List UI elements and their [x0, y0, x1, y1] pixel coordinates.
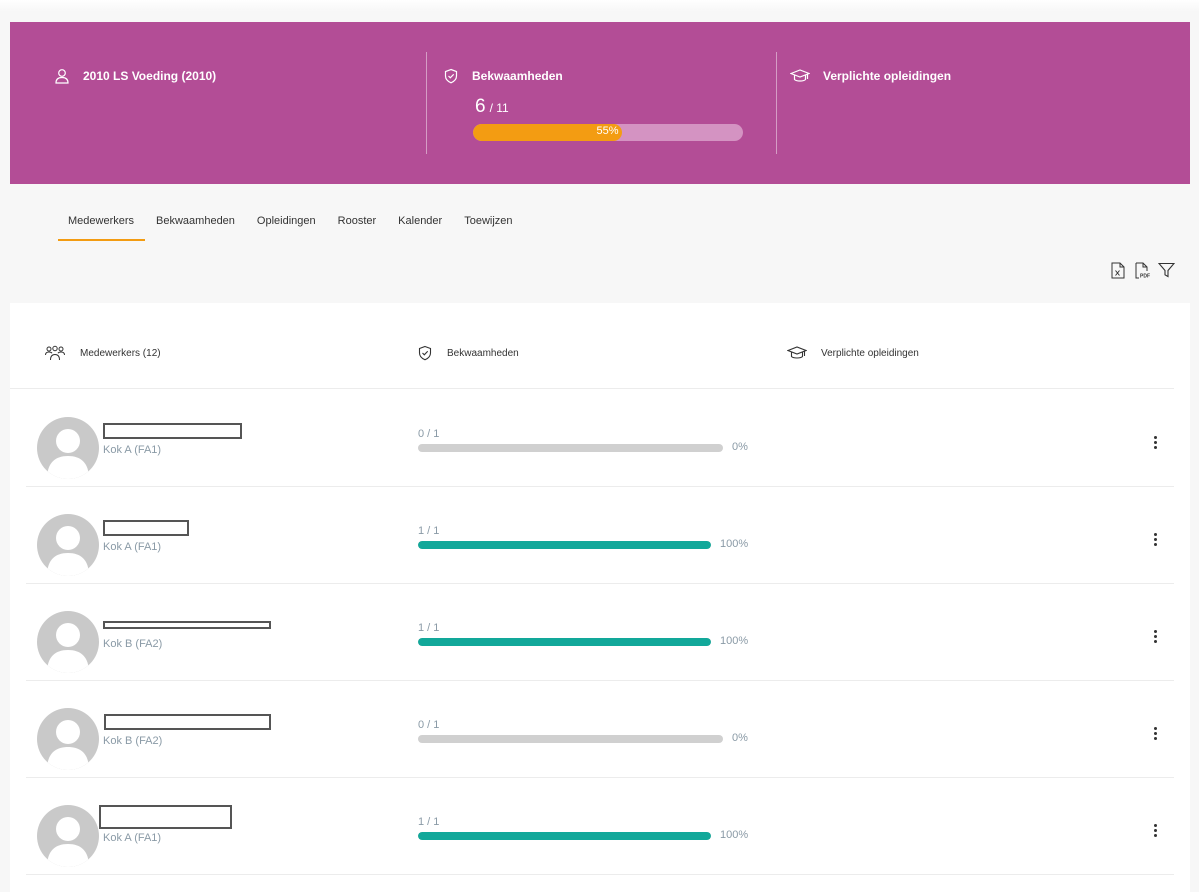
competence-progress-bar: [418, 735, 723, 743]
avatar-placeholder-icon: [47, 526, 89, 576]
competence-progress-bar: [418, 832, 711, 840]
competences-ratio: 6/ 11: [475, 96, 509, 118]
header-mandatory: Verplichte opleidingen: [787, 345, 919, 361]
graduation-cap-icon: [787, 346, 807, 359]
more-vertical-icon: [1153, 629, 1157, 633]
user-icon: [55, 69, 69, 84]
employee-role: Kok A (FA1): [103, 444, 162, 456]
employees-panel: Medewerkers (12) Bekwaamheden Verplichte…: [10, 303, 1190, 892]
competences-progress-fill: 55%: [473, 124, 622, 141]
tab-medewerkers[interactable]: Medewerkers: [58, 208, 146, 241]
header-mandatory-label: Verplichte opleidingen: [821, 347, 919, 359]
excel-export-button[interactable]: [1109, 260, 1127, 280]
tab-kalender[interactable]: Kalender: [387, 208, 453, 241]
filter-icon: [1157, 262, 1175, 278]
filter-button[interactable]: [1157, 260, 1175, 280]
summary-banner: 2010 LS Voeding (2010) Bekwaamheden 6/ 1…: [10, 22, 1190, 184]
export-toolbar: PDF: [1109, 260, 1175, 280]
competence-percent: 0%: [732, 732, 748, 744]
table-header: Medewerkers (12) Bekwaamheden Verplichte…: [10, 303, 1174, 389]
more-vertical-icon: [1153, 823, 1157, 827]
top-bar: [0, 0, 1199, 12]
competence-percent: 0%: [732, 441, 748, 453]
table-row[interactable]: Kok A (FA1) 1 / 1 100%: [26, 487, 1174, 584]
competence-ratio: 1 / 1: [418, 622, 440, 634]
avatar: [37, 805, 99, 867]
avatar-placeholder-icon: [47, 623, 89, 673]
tab-opleidingen[interactable]: Opleidingen: [246, 208, 327, 241]
competences-label: Bekwaamheden: [472, 69, 563, 83]
employee-name-redacted: [103, 520, 189, 536]
header-employees-label: Medewerkers (12): [80, 347, 161, 359]
pdf-export-icon: PDF: [1135, 262, 1150, 279]
competence-ratio: 0 / 1: [418, 428, 440, 440]
avatar: [37, 514, 99, 576]
avatar: [37, 611, 99, 673]
employee-name-redacted: [103, 423, 242, 439]
employee-name-redacted: [104, 714, 271, 730]
shield-check-icon: [444, 68, 458, 84]
main-tabs: Medewerkers Bekwaamheden Opleidingen Roo…: [58, 208, 524, 241]
location-title: 2010 LS Voeding (2010): [54, 68, 216, 84]
tab-bekwaamheden[interactable]: Bekwaamheden: [145, 208, 246, 241]
row-menu-button[interactable]: [1146, 432, 1164, 452]
svg-text:PDF: PDF: [1140, 273, 1150, 279]
avatar-placeholder-icon: [47, 429, 89, 479]
row-menu-button[interactable]: [1146, 626, 1164, 646]
competence-progress-fill: [418, 638, 711, 646]
table-row[interactable]: Kok B (FA2) 1 / 1 100%: [26, 584, 1174, 681]
banner-divider: [776, 52, 777, 154]
row-menu-button[interactable]: [1146, 723, 1164, 743]
competence-progress-bar: [418, 444, 723, 452]
competences-achieved: 6: [475, 96, 486, 117]
shield-check-icon: [418, 345, 432, 361]
more-vertical-icon: [1153, 435, 1157, 439]
row-menu-button[interactable]: [1146, 820, 1164, 840]
table-row[interactable]: Kok B (FA2) 0 / 1 0%: [26, 681, 1174, 778]
header-competences: Bekwaamheden: [417, 345, 519, 361]
competence-ratio: 1 / 1: [418, 525, 440, 537]
users-icon: [45, 345, 65, 361]
header-employees: Medewerkers (12): [44, 345, 161, 361]
competence-ratio: 0 / 1: [418, 719, 440, 731]
avatar-placeholder-icon: [47, 817, 89, 867]
competence-progress-fill: [418, 541, 711, 549]
graduation-cap-icon: [790, 69, 810, 82]
avatar: [37, 708, 99, 770]
tab-rooster[interactable]: Rooster: [327, 208, 388, 241]
more-vertical-icon: [1153, 726, 1157, 730]
competence-ratio: 1 / 1: [418, 816, 440, 828]
competence-progress-bar: [418, 541, 711, 549]
avatar-placeholder-icon: [47, 720, 89, 770]
employee-role: Kok A (FA1): [103, 541, 162, 553]
competences-title: Bekwaamheden: [443, 68, 563, 84]
excel-export-icon: [1111, 262, 1125, 278]
competence-percent: 100%: [720, 829, 749, 841]
competence-progress-bar: [418, 638, 711, 646]
table-row[interactable]: Kok A (FA1) 1 / 1 100%: [26, 778, 1174, 875]
competence-percent: 100%: [720, 635, 749, 647]
competences-percent: 55%: [596, 125, 619, 137]
header-competences-label: Bekwaamheden: [447, 347, 519, 359]
row-menu-button[interactable]: [1146, 529, 1164, 549]
employee-role: Kok B (FA2): [103, 638, 163, 650]
avatar: [37, 417, 99, 479]
mandatory-label: Verplichte opleidingen: [823, 69, 952, 83]
location-name: 2010 LS Voeding (2010): [83, 69, 217, 83]
more-vertical-icon: [1153, 532, 1157, 536]
competence-progress-fill: [418, 832, 711, 840]
competence-percent: 100%: [720, 538, 749, 550]
employee-name-redacted: [103, 621, 271, 629]
mandatory-title: Verplichte opleidingen: [790, 68, 951, 84]
banner-divider: [426, 52, 427, 154]
table-row[interactable]: Kok A (FA1) 0 / 1 0%: [26, 390, 1174, 487]
pdf-export-button[interactable]: PDF: [1133, 260, 1151, 280]
tab-toewijzen[interactable]: Toewijzen: [453, 208, 523, 241]
employee-name-redacted: [99, 805, 232, 829]
competences-total: / 11: [489, 101, 509, 115]
competences-progress-bar: 55%: [473, 124, 743, 141]
employee-role: Kok A (FA1): [103, 832, 162, 844]
employee-role: Kok B (FA2): [103, 735, 163, 747]
